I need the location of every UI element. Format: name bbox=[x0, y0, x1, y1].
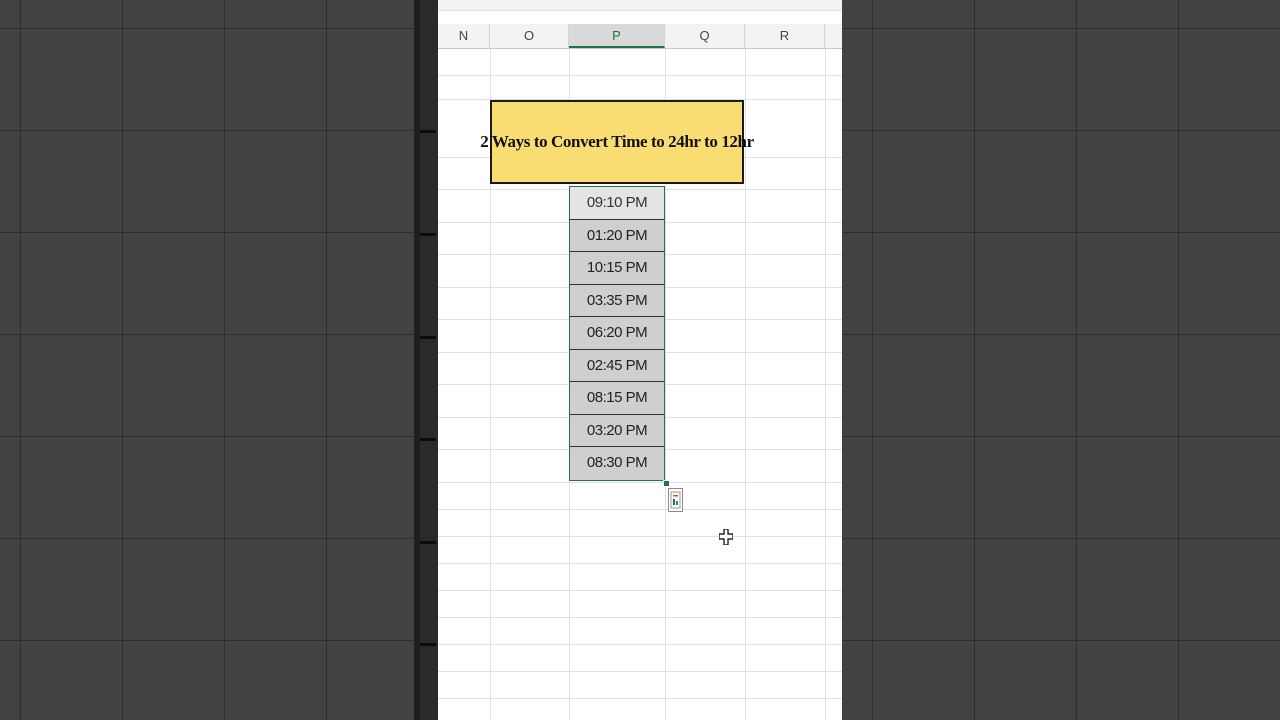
selected-time-range[interactable]: 09:10 PM 01:20 PM 10:15 PM 03:35 PM 06:2… bbox=[569, 186, 665, 481]
gridline bbox=[438, 75, 842, 76]
fill-handle[interactable] bbox=[663, 480, 670, 487]
gridline bbox=[438, 644, 842, 645]
edge-tick bbox=[420, 130, 436, 133]
time-cell[interactable]: 02:45 PM bbox=[570, 349, 664, 382]
edge-tick bbox=[420, 233, 436, 236]
quick-analysis-icon bbox=[670, 491, 681, 509]
time-cell[interactable]: 08:30 PM bbox=[570, 447, 664, 480]
column-header-o[interactable]: O bbox=[490, 24, 569, 48]
column-header-n[interactable]: N bbox=[438, 24, 490, 48]
title-cell[interactable]: 2 Ways to Convert Time to 24hr to 12hr bbox=[480, 100, 754, 184]
time-cell[interactable]: 03:20 PM bbox=[570, 414, 664, 447]
time-cell[interactable]: 10:15 PM bbox=[570, 252, 664, 285]
gridline bbox=[438, 671, 842, 672]
background-left bbox=[0, 0, 414, 720]
time-cell[interactable]: 09:10 PM bbox=[570, 187, 664, 220]
column-header-r[interactable]: R bbox=[745, 24, 825, 48]
column-headers: N O P Q R bbox=[438, 24, 842, 49]
gridline bbox=[438, 590, 842, 591]
gridline bbox=[438, 482, 842, 483]
sheet-top-bar bbox=[438, 0, 842, 11]
background-right bbox=[842, 0, 1280, 720]
left-edge-border bbox=[414, 0, 438, 720]
edge-tick bbox=[420, 336, 436, 339]
edge-tick bbox=[420, 541, 436, 544]
quick-analysis-icon[interactable] bbox=[668, 488, 683, 512]
gridline bbox=[438, 563, 842, 564]
gridline bbox=[438, 698, 842, 699]
gridline bbox=[438, 509, 842, 510]
gridline bbox=[438, 536, 842, 537]
edge-strip bbox=[414, 0, 420, 720]
time-cell[interactable]: 03:35 PM bbox=[570, 284, 664, 317]
column-header-q[interactable]: Q bbox=[665, 24, 745, 48]
time-cell[interactable]: 06:20 PM bbox=[570, 317, 664, 350]
spreadsheet: N O P Q R 2 Ways to Convert Time to 24hr bbox=[438, 0, 842, 720]
edge-tick bbox=[420, 438, 436, 441]
gridline bbox=[438, 617, 842, 618]
time-cell[interactable]: 08:15 PM bbox=[570, 382, 664, 415]
cell-select-cursor-icon bbox=[719, 529, 733, 545]
column-header-p[interactable]: P bbox=[569, 24, 665, 48]
edge-tick bbox=[420, 643, 436, 646]
time-cell[interactable]: 01:20 PM bbox=[570, 219, 664, 252]
